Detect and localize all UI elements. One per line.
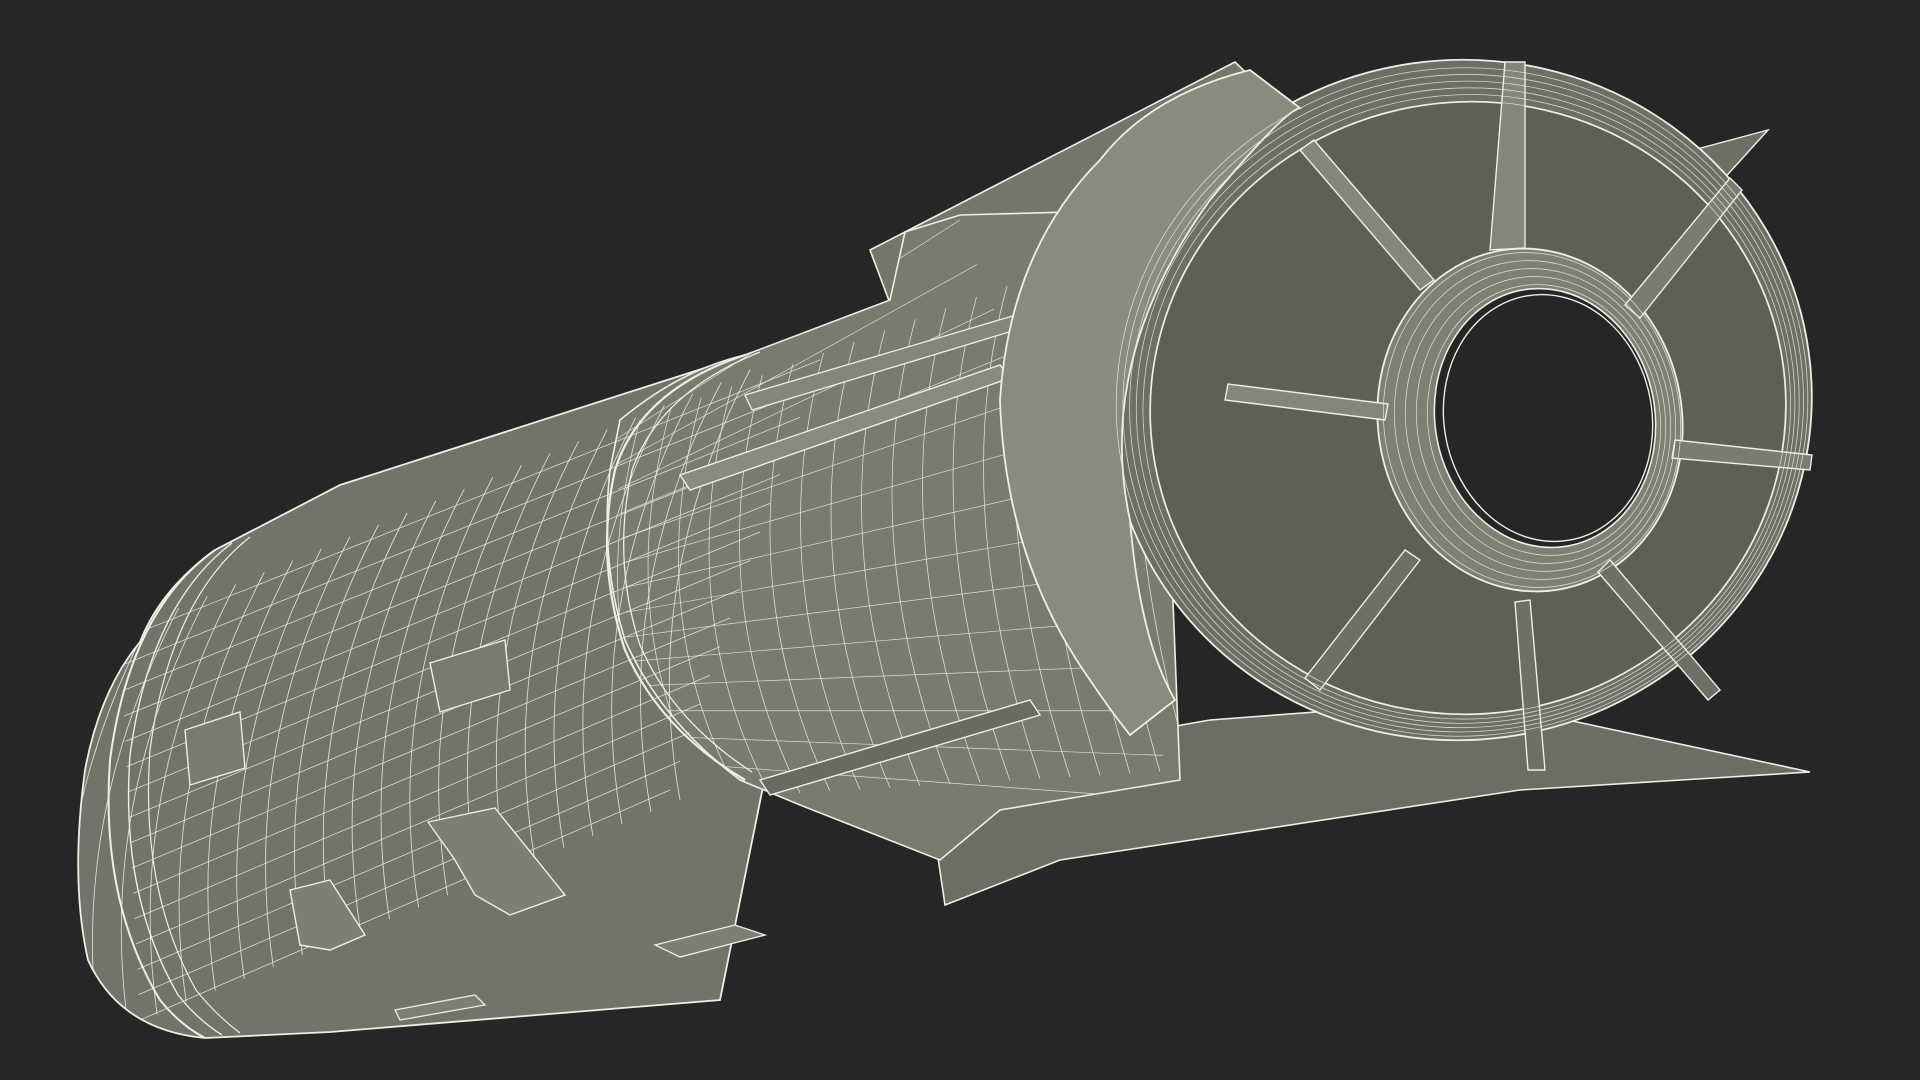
bomb-wireframe-model — [0, 0, 1920, 1080]
render-viewport — [0, 0, 1920, 1080]
